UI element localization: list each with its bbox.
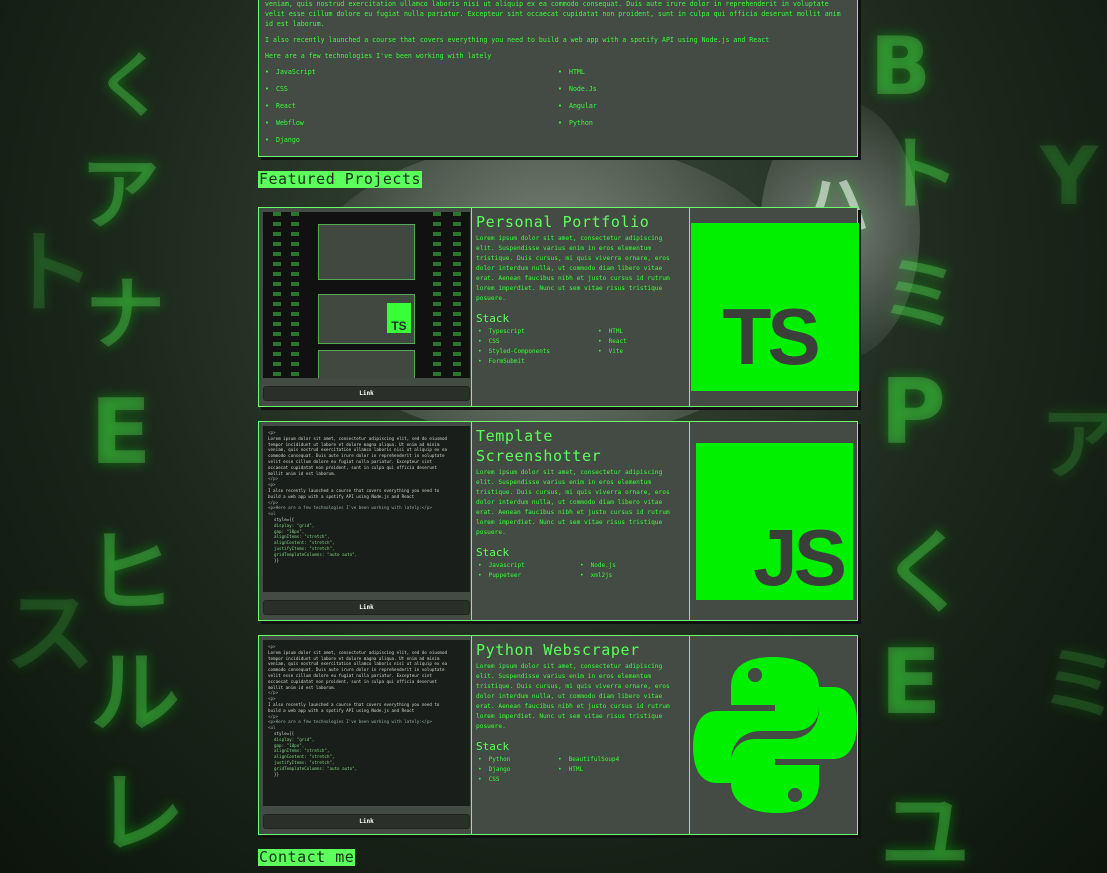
contact-heading: Contact me xyxy=(258,848,356,866)
stack-item: CSS xyxy=(478,775,558,785)
about-paragraph: Here are a few technologies I've been wo… xyxy=(265,52,492,60)
code-line: Lorem ipsum dolor sit amet, consectetur … xyxy=(268,649,447,655)
project-preview: TS Link xyxy=(259,208,472,406)
stack-heading: Stack xyxy=(476,546,510,559)
stack-item: FormSubmit xyxy=(478,357,598,367)
code-line: }} xyxy=(274,557,280,563)
stack-item: Python xyxy=(478,755,558,765)
project-screenshot: TS xyxy=(263,212,470,378)
stack-list: Python BeautifulSoup4 Django HTML CSS xyxy=(476,755,683,785)
project-link-button[interactable]: Link xyxy=(263,600,470,615)
project-title: Template Screenshotter xyxy=(476,427,602,465)
project-preview: <p> Lorem ipsum dolor sit amet, consectet… xyxy=(259,422,472,620)
stack-item: HTML xyxy=(558,765,683,775)
javascript-logo-icon: JS xyxy=(696,442,853,602)
technology-item: Django xyxy=(265,135,558,145)
project-link-button[interactable]: Link xyxy=(263,386,470,401)
project-description: Lorem ipsum dolor sit amet, consectetur … xyxy=(476,663,670,730)
stack-heading: Stack xyxy=(476,740,510,753)
featured-projects-heading: Featured Projects xyxy=(258,170,423,188)
project-description: Lorem ipsum dolor sit amet, consectetur … xyxy=(476,235,670,302)
stack-item: BeautifulSoup4 xyxy=(558,755,683,765)
technology-item: React xyxy=(265,101,558,111)
stack-item: Puppeteer xyxy=(478,571,580,581)
technology-list: JavaScript HTML CSS Node.Js React Angula… xyxy=(265,67,851,145)
technology-item: Node.Js xyxy=(558,84,851,94)
project-info: Personal Portfolio Lorem ipsum dolor sit… xyxy=(472,208,690,406)
project-card-personal-portfolio: TS Link Personal Portfolio Lorem ipsum d… xyxy=(258,207,859,407)
stack-item: Typescript xyxy=(478,327,598,337)
stack-item: xml2js xyxy=(580,571,683,581)
about-panel: veniam, quis nostrud exercitation ullamc… xyxy=(258,0,858,157)
project-info: Python Webscraper Lorem ipsum dolor sit … xyxy=(472,636,690,834)
code-line: }} xyxy=(274,771,280,777)
stack-heading: Stack xyxy=(476,312,510,325)
stack-item: Javascript xyxy=(478,561,580,571)
technology-item: JavaScript xyxy=(265,67,558,77)
technology-item: Angular xyxy=(558,101,851,111)
technology-item: Webflow xyxy=(265,118,558,128)
typescript-logo-icon: TS xyxy=(690,223,859,391)
project-link-button[interactable]: Link xyxy=(263,814,470,829)
stack-list: Javascript Node.js Puppeteer xml2js xyxy=(476,561,683,581)
code-line: Lorem ipsum dolor sit amet, consectetur … xyxy=(268,435,447,441)
project-logo: JS xyxy=(690,422,859,620)
project-preview: <p> Lorem ipsum dolor sit amet, consectet… xyxy=(259,636,472,834)
logo-text: JS xyxy=(753,512,847,602)
about-paragraph: I also recently launched a course that c… xyxy=(265,36,770,44)
stack-item: Node.js xyxy=(580,561,683,571)
stack-item: CSS xyxy=(478,337,598,347)
technology-item: Python xyxy=(558,118,851,128)
project-screenshot: <p> Lorem ipsum dolor sit amet, consectet… xyxy=(263,640,470,806)
project-logo xyxy=(690,636,859,834)
python-logo-icon xyxy=(692,657,857,813)
stack-item: React xyxy=(598,337,683,347)
code-line: occaecat cupidatat non proident, sunt in… xyxy=(268,678,437,684)
project-title: Python Webscraper xyxy=(476,641,640,659)
about-paragraph: veniam, quis nostrud exercitation ullamc… xyxy=(265,0,841,28)
project-screenshot: <p> Lorem ipsum dolor sit amet, consectet… xyxy=(263,426,470,592)
project-description: Lorem ipsum dolor sit amet, consectetur … xyxy=(476,469,670,536)
stack-item: Vite xyxy=(598,347,683,357)
project-info: Template Screenshotter Lorem ipsum dolor… xyxy=(472,422,690,620)
code-line: I also recently launched a course that c… xyxy=(268,487,440,493)
project-card-python-webscraper: <p> Lorem ipsum dolor sit amet, consectet… xyxy=(258,635,858,835)
stack-item: Django xyxy=(478,765,558,775)
technology-item: CSS xyxy=(265,84,558,94)
stack-item: HTML xyxy=(598,327,683,337)
code-line: occaecat cupidatat non proident, sunt in… xyxy=(268,464,437,470)
logo-text: TS xyxy=(722,292,821,381)
project-logo: TS xyxy=(690,208,859,406)
stack-item: Styled-Components xyxy=(478,347,598,357)
project-card-template-screenshotter: <p> Lorem ipsum dolor sit amet, consectet… xyxy=(258,421,858,621)
technology-item: HTML xyxy=(558,67,851,77)
project-title: Personal Portfolio xyxy=(476,213,650,231)
stack-list: Typescript HTML CSS React Styled-Compone… xyxy=(476,327,683,367)
code-line: I also recently launched a course that c… xyxy=(268,701,440,707)
